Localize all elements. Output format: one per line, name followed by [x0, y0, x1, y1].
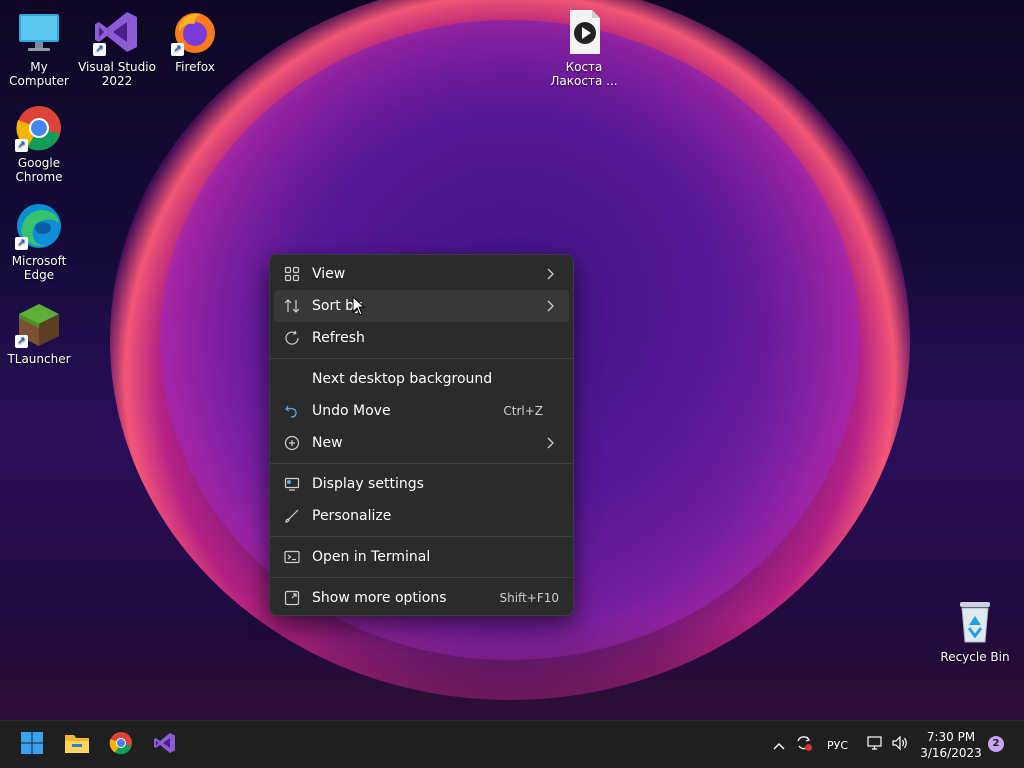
menu-item-label: Show more options	[312, 590, 447, 606]
taskbar-file-explorer[interactable]	[61, 729, 93, 761]
menu-separator	[270, 463, 573, 464]
chrome-icon	[109, 731, 133, 759]
shortcut-arrow-icon: ↗	[93, 43, 106, 56]
firefox-icon: ↗	[171, 8, 219, 56]
tray-network[interactable]	[866, 721, 884, 768]
desktop-icon-label: Google Chrome	[15, 156, 63, 184]
desktop-context-menu: View Sort by Refresh Next desktop backgr…	[269, 254, 574, 616]
shortcut-arrow-icon: ↗	[171, 43, 184, 56]
taskbar-chrome[interactable]	[105, 729, 137, 761]
desktop-icon-label: Microsoft Edge	[11, 254, 67, 282]
shortcut-text: Shift+F10	[499, 591, 559, 605]
chevron-right-icon	[545, 267, 555, 281]
taskbar-visual-studio[interactable]	[149, 729, 181, 761]
menu-item-show-more-options[interactable]: Show more options Shift+F10	[274, 582, 569, 614]
sync-error-icon	[795, 734, 813, 756]
desktop-icon-edge[interactable]: ↗ Microsoft Edge	[0, 202, 78, 282]
speaker-icon	[891, 735, 909, 755]
desktop-icon-media-file[interactable]: Коста Лакоста ...	[545, 8, 623, 88]
network-icon	[866, 735, 884, 755]
taskbar: РУС 7:30 PM 3/16/2023	[0, 720, 1024, 768]
shortcut-arrow-icon: ↗	[15, 335, 28, 348]
menu-item-open-terminal[interactable]: Open in Terminal	[274, 541, 569, 573]
sort-icon	[284, 298, 300, 314]
display-icon	[284, 476, 300, 492]
brush-icon	[284, 508, 300, 524]
menu-item-undo-move[interactable]: Undo Move Ctrl+Z	[274, 395, 569, 427]
minecraft-block-icon: ↗	[15, 300, 63, 348]
tray-volume[interactable]	[891, 721, 909, 768]
desktop-icon-chrome[interactable]: ↗ Google Chrome	[0, 104, 78, 184]
start-icon	[20, 731, 44, 759]
desktop-icon-visual-studio[interactable]: ↗ Visual Studio 2022	[78, 8, 156, 88]
desktop-icon-label: TLauncher	[7, 352, 71, 366]
menu-item-label: Display settings	[312, 476, 424, 492]
menu-item-view[interactable]: View	[274, 258, 569, 290]
desktop-icon-label: Visual Studio 2022	[78, 60, 156, 88]
taskbar-clock[interactable]: 7:30 PM 3/16/2023	[918, 729, 984, 761]
clock-date: 3/16/2023	[920, 746, 982, 760]
shortcut-text: Ctrl+Z	[503, 404, 543, 418]
menu-item-personalize[interactable]: Personalize	[274, 500, 569, 532]
menu-item-label: Undo Move	[312, 403, 391, 419]
chevron-right-icon	[545, 299, 555, 313]
language-label: РУС	[827, 738, 849, 752]
menu-item-label: Personalize	[312, 508, 392, 524]
menu-item-sort-by[interactable]: Sort by	[274, 290, 569, 322]
menu-item-refresh[interactable]: Refresh	[274, 322, 569, 354]
desktop-icon-recycle-bin[interactable]: Recycle Bin	[936, 598, 1014, 664]
desktop-icon-label: Recycle Bin	[940, 650, 1010, 664]
recycle-bin-icon	[951, 598, 999, 646]
grid-icon	[284, 266, 300, 282]
visual-studio-icon	[153, 731, 177, 759]
monitor-icon	[15, 8, 63, 56]
menu-item-label: Refresh	[312, 330, 365, 346]
edge-icon: ↗	[15, 202, 63, 250]
plus-circle-icon	[284, 435, 300, 451]
menu-item-display-settings[interactable]: Display settings	[274, 468, 569, 500]
menu-item-label: Open in Terminal	[312, 549, 431, 565]
desktop-icon-label: My Computer	[9, 60, 69, 88]
refresh-icon	[284, 330, 300, 346]
menu-item-new[interactable]: New	[274, 427, 569, 459]
chevron-right-icon	[545, 436, 555, 450]
menu-item-next-background[interactable]: Next desktop background	[274, 363, 569, 395]
desktop-icon-firefox[interactable]: ↗ Firefox	[156, 8, 234, 74]
undo-icon	[284, 403, 300, 419]
shortcut-arrow-icon: ↗	[15, 237, 28, 250]
terminal-icon	[284, 549, 300, 565]
notification-badge[interactable]: 2	[988, 736, 1004, 752]
menu-separator	[270, 536, 573, 537]
menu-item-label: New	[312, 435, 343, 451]
tray-sync-status[interactable]	[795, 721, 813, 768]
start-button[interactable]	[16, 729, 48, 761]
desktop-icon-label: Коста Лакоста ...	[550, 60, 618, 88]
expand-icon	[284, 590, 300, 606]
desktop-icon-tlauncher[interactable]: ↗ TLauncher	[0, 300, 78, 366]
menu-separator	[270, 577, 573, 578]
shortcut-arrow-icon: ↗	[15, 139, 28, 152]
media-file-icon	[560, 8, 608, 56]
language-indicator[interactable]: РУС	[827, 721, 848, 768]
menu-item-label: Next desktop background	[312, 371, 493, 387]
clock-time: 7:30 PM	[926, 730, 976, 744]
show-hidden-icons-button[interactable]	[772, 721, 786, 768]
chrome-icon: ↗	[15, 104, 63, 152]
menu-item-label: View	[312, 266, 346, 282]
menu-separator	[270, 358, 573, 359]
wallpaper-fade	[0, 620, 1024, 720]
mouse-cursor-icon	[352, 295, 366, 316]
chevron-up-icon	[772, 736, 786, 755]
visual-studio-icon: ↗	[93, 8, 141, 56]
desktop-icon-my-computer[interactable]: My Computer	[0, 8, 78, 88]
desktop-icon-label: Firefox	[175, 60, 215, 74]
file-explorer-icon	[64, 732, 90, 758]
